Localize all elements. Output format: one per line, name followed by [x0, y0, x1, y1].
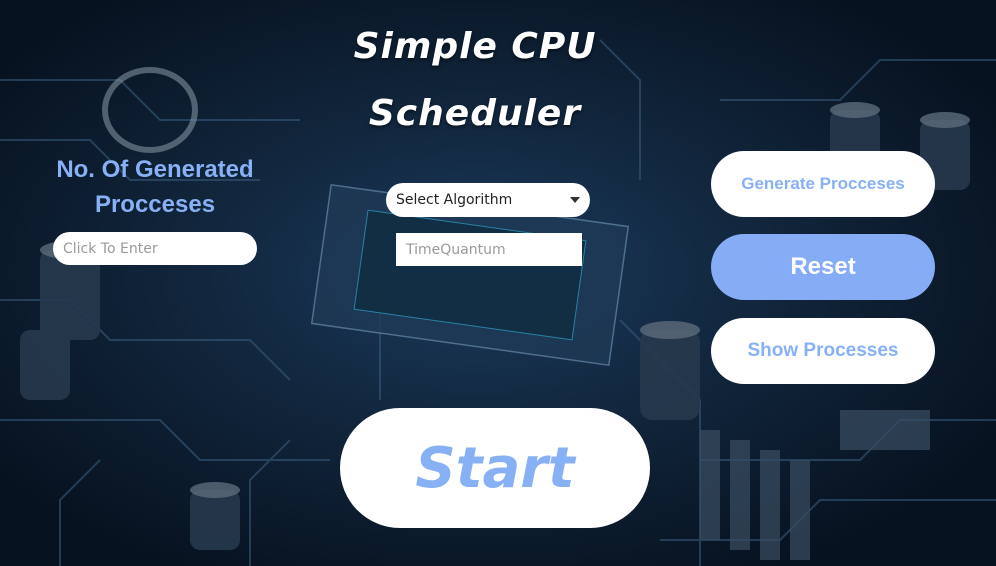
algorithm-select[interactable]: Select Algorithm [386, 183, 590, 217]
time-quantum-input[interactable] [396, 233, 582, 266]
reset-button[interactable]: Reset [711, 234, 935, 300]
show-processes-button[interactable]: Show Processes [711, 318, 935, 384]
generated-processes-input[interactable] [53, 232, 257, 265]
chevron-down-icon [570, 197, 580, 203]
app-title-line1: Simple CPU [353, 26, 597, 67]
app-title-line2: Scheduler [368, 93, 582, 134]
generated-processes-label: No. Of Generated Procceses [56, 156, 254, 218]
algorithm-select-value: Select Algorithm [396, 192, 513, 208]
start-button[interactable]: Start [340, 408, 650, 528]
generate-processes-button[interactable]: Generate Procceses [711, 151, 935, 217]
